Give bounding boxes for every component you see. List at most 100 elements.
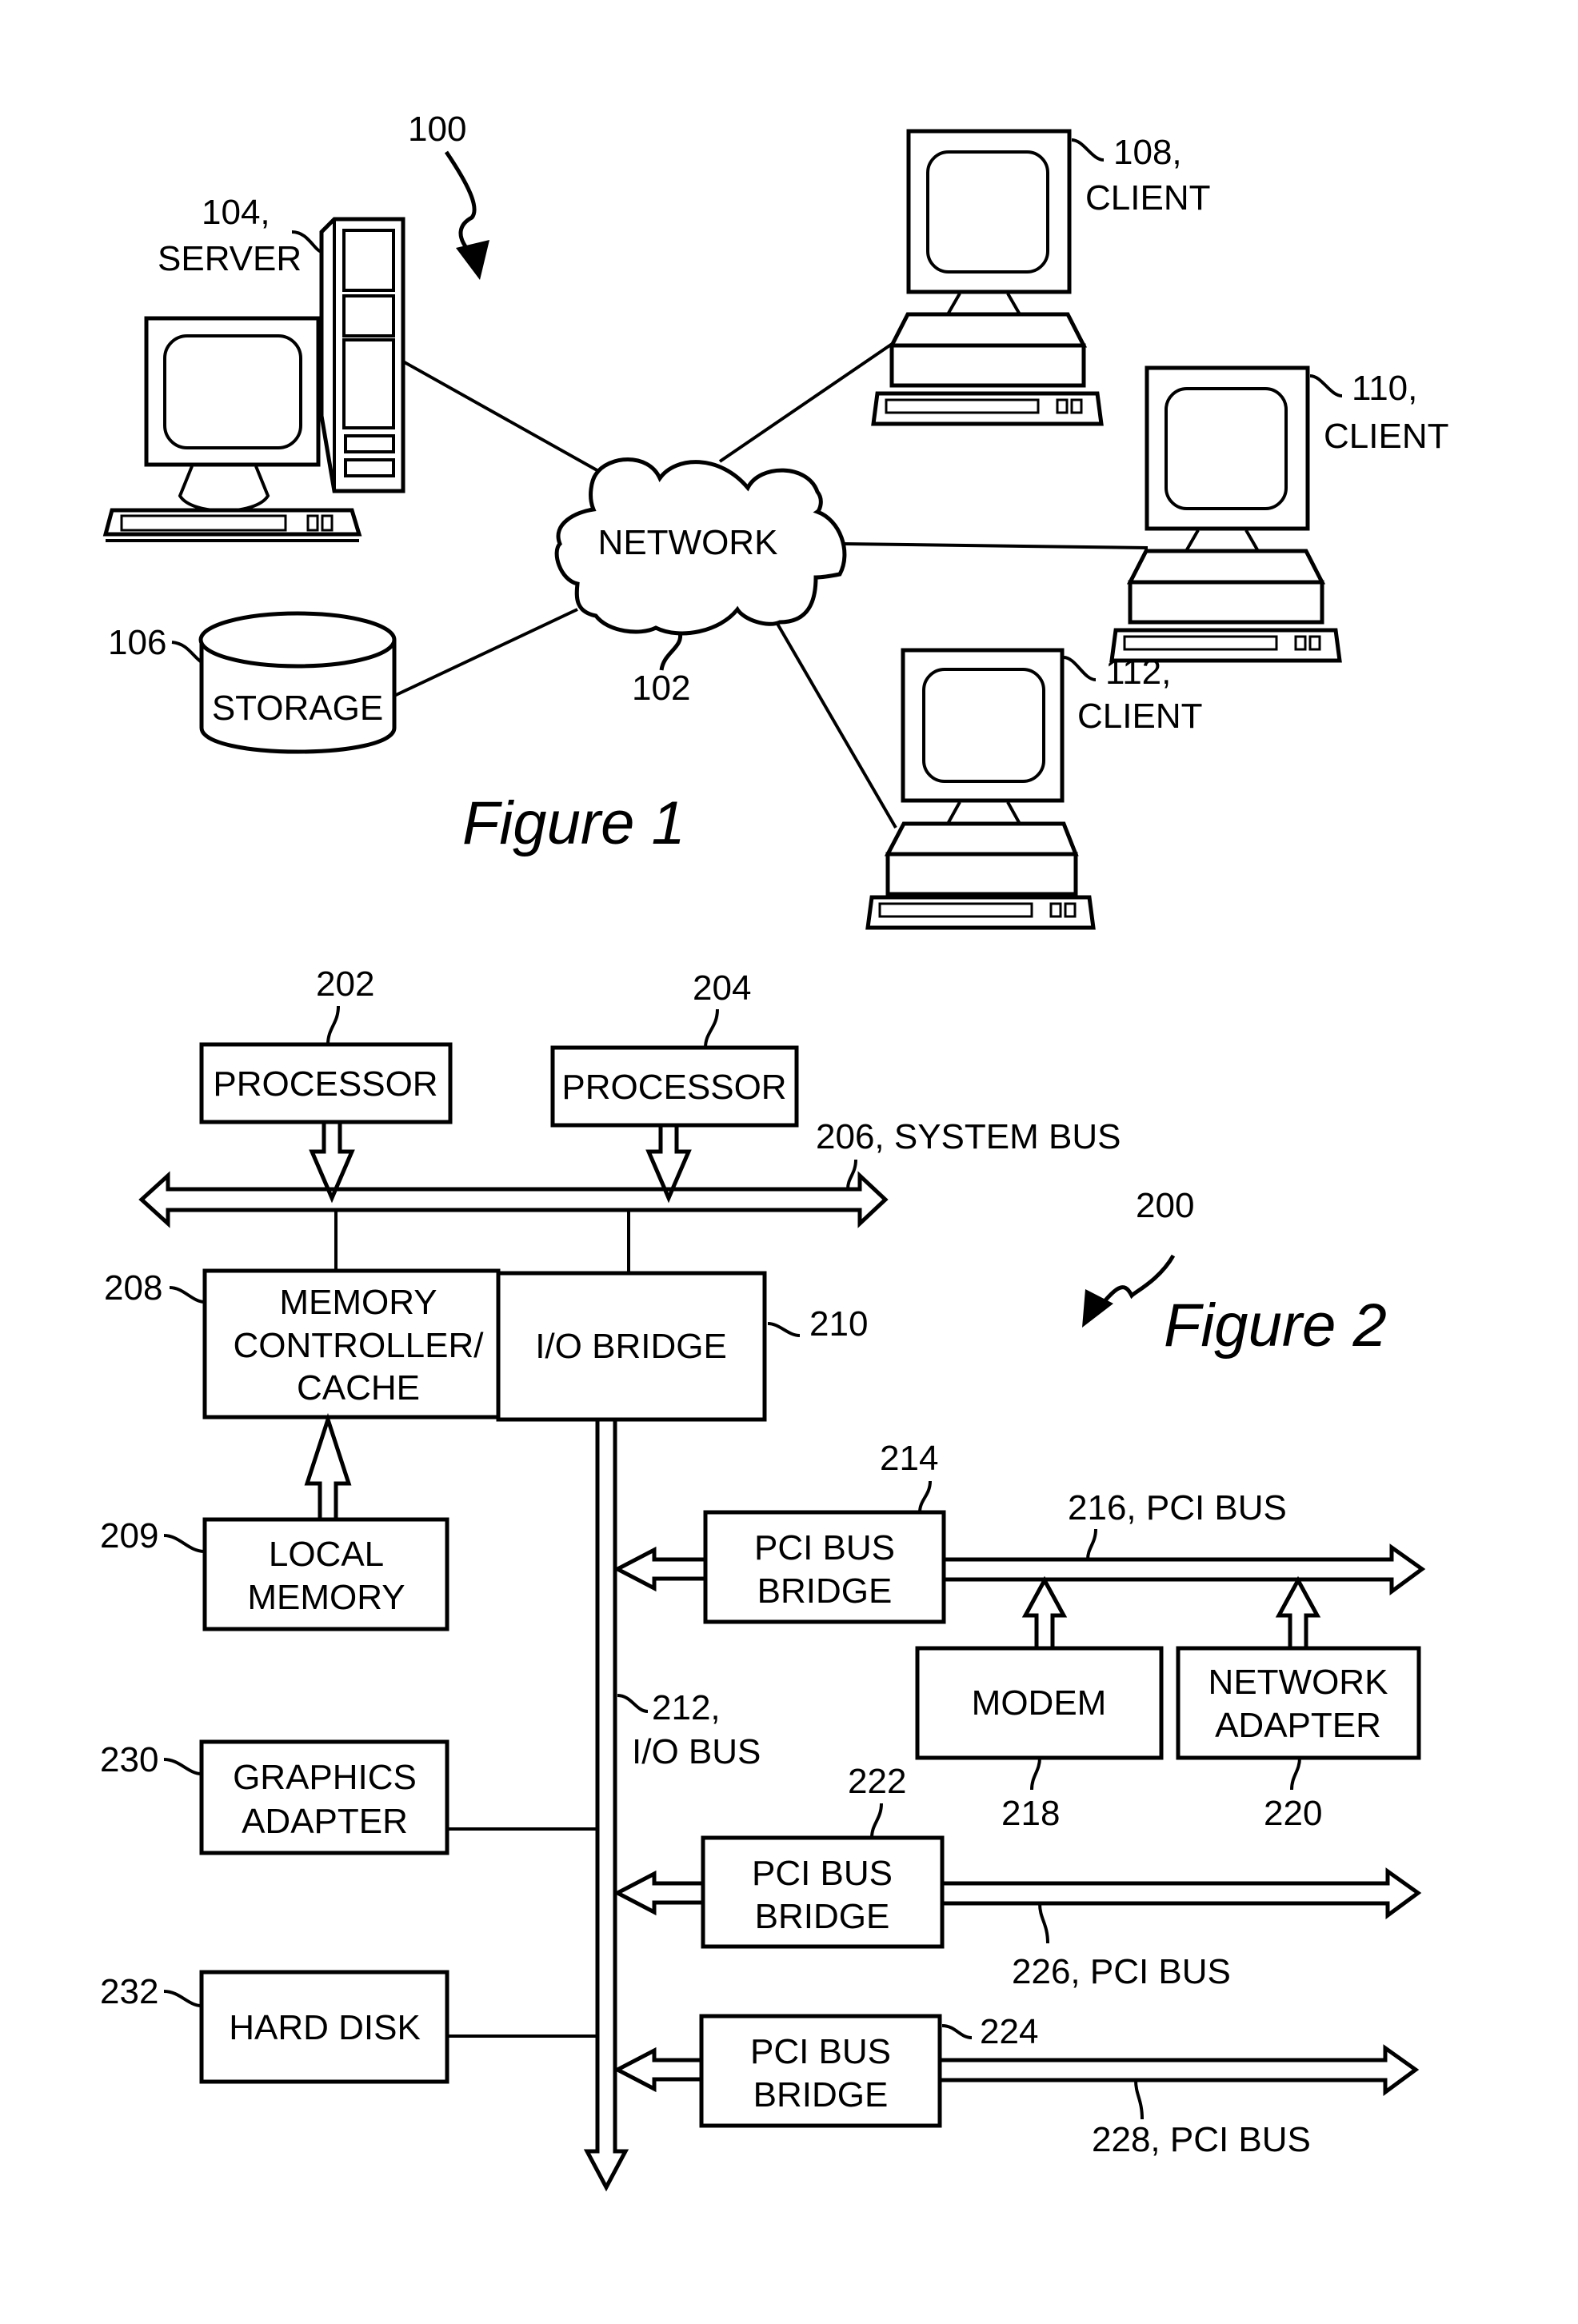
left-arrow-icon (613, 1870, 705, 1916)
link-server (402, 360, 601, 473)
pci-bus-bridge-214: 214 PCI BUS BRIDGE 216, PCI BUS (613, 1439, 1426, 1624)
arrowhead-icon (456, 240, 489, 280)
processor-label: PROCESSOR (213, 1064, 437, 1104)
graphics-adapter-line: ADAPTER (242, 1802, 408, 1841)
io-bridge: I/O BRIDGE 210 (496, 1271, 868, 1422)
system-ref-200: 200 (1136, 1186, 1194, 1225)
network-label: NETWORK (598, 523, 778, 562)
client-ref: 110, (1352, 369, 1417, 408)
server: 104, SERVER (102, 193, 405, 542)
pci-bus-216-arrow (941, 1543, 1426, 1595)
memory-controller-line: MEMORY (279, 1283, 437, 1322)
client-base (888, 312, 1088, 348)
pci-bus-label: 228, PCI BUS (1092, 2120, 1311, 2159)
figure-2: 202 PROCESSOR 204 PROCESSOR 206, SYSTEM … (100, 964, 1426, 2192)
client-monitor (1145, 365, 1310, 531)
processor-202: 202 PROCESSOR (199, 964, 453, 1204)
modem-label: MODEM (972, 1683, 1107, 1723)
client-base (884, 821, 1079, 857)
graphics-adapter-line: GRAPHICS (233, 1758, 417, 1797)
server-keyboard (102, 508, 362, 542)
pci-bus-label: 226, PCI BUS (1012, 1952, 1231, 1991)
system-bus: 206, SYSTEM BUS (138, 1117, 1121, 1273)
client-label: CLIENT (1324, 417, 1448, 456)
graphics-adapter: 230 GRAPHICS ADAPTER (100, 1739, 597, 1855)
network-adapter-ref: 220 (1264, 1794, 1322, 1833)
leader-106 (171, 641, 203, 664)
pci-bridge-line: PCI BUS (754, 1528, 895, 1567)
client-monitor (901, 648, 1065, 803)
processor-204: 204 PROCESSOR (550, 968, 799, 1204)
pci-bridge-line: BRIDGE (757, 1571, 893, 1611)
system-ref-100: 100 (408, 110, 466, 149)
local-memory: 209 LOCAL MEMORY (100, 1412, 449, 1631)
local-memory-line: LOCAL (269, 1535, 384, 1574)
up-arrow-icon (304, 1412, 352, 1522)
left-arrow-icon (613, 1546, 708, 1592)
pci-bridge-line: PCI BUS (752, 1854, 893, 1893)
network-cloud: NETWORK 102 (554, 457, 847, 708)
pci-bus-226-arrow (940, 1867, 1422, 1919)
memory-controller-cache: 208 MEMORY CONTROLLER/ CACHE (104, 1268, 501, 1420)
pci-bus-label: 216, PCI BUS (1068, 1488, 1287, 1527)
storage-ref: 106 (108, 623, 166, 662)
hard-disk: 232 HARD DISK (100, 1970, 597, 2084)
io-bus-label: I/O BUS (632, 1732, 761, 1771)
network-adapter-line: NETWORK (1208, 1663, 1388, 1702)
network-adapter: NETWORK ADAPTER 220 (1176, 1575, 1421, 1833)
client-base (1126, 549, 1326, 585)
up-arrow-icon (1021, 1575, 1068, 1651)
monitor-stand (178, 465, 270, 513)
modem-ref: 218 (1001, 1794, 1060, 1833)
io-bridge-label: I/O BRIDGE (535, 1327, 727, 1366)
client-112: 112, CLIENT (865, 648, 1202, 930)
left-arrow-icon (613, 2046, 704, 2093)
hard-disk-ref: 232 (100, 1972, 158, 2011)
link-client-112 (776, 622, 897, 829)
figure-1-caption: Figure 1 (462, 789, 685, 857)
client-monitor (906, 129, 1072, 294)
local-memory-ref: 209 (100, 1516, 158, 1555)
pci-bridge-ref: 224 (980, 2012, 1038, 2051)
local-memory-line: MEMORY (247, 1578, 405, 1617)
client-ref: 108, (1113, 133, 1182, 172)
network-adapter-line: ADAPTER (1215, 1706, 1381, 1745)
io-bridge-ref: 210 (809, 1304, 868, 1344)
graphics-adapter-ref: 230 (100, 1740, 158, 1779)
patent-drawing: 100 NETWORK 102 104, SERVER 106 STORAGE … (100, 110, 1448, 2192)
down-arrow-icon (309, 1120, 355, 1204)
up-arrow-icon (1275, 1575, 1321, 1651)
io-bus-ref: 212, (652, 1688, 721, 1727)
pci-bridge-ref: 222 (848, 1762, 906, 1801)
pci-bridge-line: BRIDGE (755, 1897, 890, 1936)
server-label: SERVER (158, 239, 302, 278)
server-ref: 104, (202, 193, 270, 232)
processor-ref: 202 (316, 964, 374, 1004)
modem: MODEM 218 (915, 1575, 1164, 1833)
memory-controller-line: CACHE (297, 1368, 420, 1408)
figure-1: 100 NETWORK 102 104, SERVER 106 STORAGE … (102, 110, 1448, 930)
memory-controller-ref: 208 (104, 1268, 162, 1308)
processor-label: PROCESSOR (561, 1068, 786, 1107)
system-bus-label: 206, SYSTEM BUS (816, 1117, 1121, 1156)
pci-bridge-line: BRIDGE (753, 2075, 889, 2114)
memory-controller-line: CONTROLLER/ (234, 1326, 485, 1365)
bidirectional-bus-arrow (138, 1171, 889, 1228)
client-ref: 112, (1105, 653, 1171, 692)
storage-label: STORAGE (212, 689, 383, 728)
client-label: CLIENT (1085, 178, 1210, 218)
ref-arrow-100 (444, 150, 477, 256)
client-label: CLIENT (1077, 697, 1202, 736)
hard-disk-label: HARD DISK (229, 2008, 421, 2047)
pci-bridge-line: PCI BUS (750, 2032, 891, 2071)
pci-bus-bridge-224: PCI BUS BRIDGE 224 228, PCI BUS (613, 2012, 1420, 2159)
link-client-110 (843, 542, 1149, 549)
link-storage (394, 608, 578, 697)
pci-bus-228-arrow (937, 2044, 1420, 2096)
leader-102 (659, 631, 683, 671)
pci-bridge-ref: 214 (880, 1439, 938, 1478)
processor-ref: 204 (693, 968, 751, 1008)
storage: 106 STORAGE (108, 611, 397, 754)
client-110: 110, CLIENT (1109, 365, 1448, 663)
figure-2-caption: Figure 2 (1164, 1292, 1387, 1360)
